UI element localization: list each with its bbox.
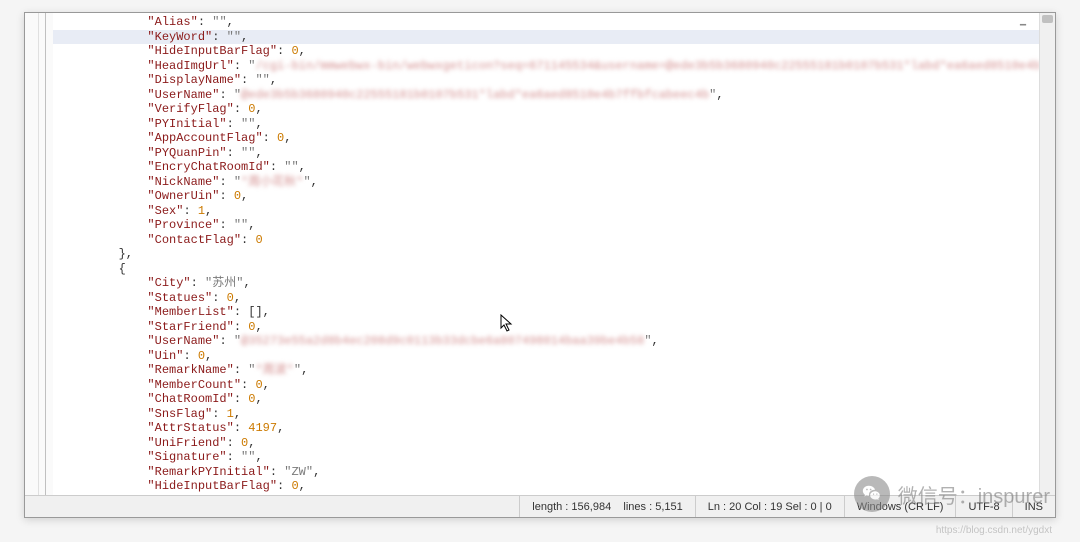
code-line[interactable]: "Signature": "",: [53, 450, 1055, 465]
code-line[interactable]: "KeyWord": "",: [53, 30, 1055, 45]
line-number-gutter: [25, 13, 39, 495]
editor-window: ▁ "Alias": "", "KeyWord": "", "HideInput…: [24, 12, 1056, 518]
code-line[interactable]: "PYInitial": "",: [53, 117, 1055, 132]
code-line[interactable]: "DisplayName": "",: [53, 73, 1055, 88]
code-line[interactable]: },: [53, 247, 1055, 262]
code-line[interactable]: "HideInputBarFlag": 0,: [53, 44, 1055, 59]
code-line[interactable]: "RemarkPYInitial": "ZW",: [53, 465, 1055, 480]
status-encoding: UTF-8: [955, 496, 1011, 517]
code-line[interactable]: "ContactFlag": 0: [53, 233, 1055, 248]
editor-content: "Alias": "", "KeyWord": "", "HideInputBa…: [25, 13, 1055, 495]
code-line[interactable]: "EncryChatRoomId": "",: [53, 160, 1055, 175]
code-line[interactable]: "MemberCount": 0,: [53, 378, 1055, 393]
scrollbar-thumb[interactable]: [1042, 15, 1053, 23]
code-text-area[interactable]: "Alias": "", "KeyWord": "", "HideInputBa…: [53, 13, 1055, 495]
vertical-scrollbar[interactable]: [1039, 13, 1055, 495]
status-length-text: length : 156,984: [532, 501, 611, 513]
code-line[interactable]: "Province": "",: [53, 218, 1055, 233]
code-line[interactable]: "SnsFlag": 1,: [53, 407, 1055, 422]
status-bar: length : 156,984 lines : 5,151 Ln : 20 C…: [25, 495, 1055, 517]
code-line[interactable]: "HideInputBarFlag": 0,: [53, 479, 1055, 494]
code-line[interactable]: "Statues": 0,: [53, 291, 1055, 306]
code-line[interactable]: {: [53, 262, 1055, 277]
status-eol: Windows (CR LF): [844, 496, 956, 517]
code-line[interactable]: "UniFriend": 0,: [53, 436, 1055, 451]
code-line[interactable]: "PYQuanPin": "",: [53, 146, 1055, 161]
code-line[interactable]: "RemarkName": "*周波*",: [53, 363, 1055, 378]
code-line[interactable]: "City": "苏州",: [53, 276, 1055, 291]
footer-url: https://blog.csdn.net/ygdxt: [936, 525, 1052, 536]
code-line[interactable]: "MemberList": [],: [53, 305, 1055, 320]
status-length: length : 156,984 lines : 5,151: [519, 496, 694, 517]
code-line[interactable]: "UserName": "@ede3b5b3680940c22555181b01…: [53, 88, 1055, 103]
code-line[interactable]: "VerifyFlag": 0,: [53, 102, 1055, 117]
code-line[interactable]: "AppAccountFlag": 0,: [53, 131, 1055, 146]
code-line[interactable]: "StarFriend": 0,: [53, 320, 1055, 335]
code-line[interactable]: "UserName": "@35273e55a2d8b4ec208d9c0113…: [53, 334, 1055, 349]
status-mode: INS: [1012, 496, 1055, 517]
code-line[interactable]: "NickName": "*周小花秋*",: [53, 175, 1055, 190]
fold-column[interactable]: [39, 13, 53, 495]
code-line[interactable]: "ChatRoomId": 0,: [53, 392, 1055, 407]
status-lines-text: lines : 5,151: [623, 501, 682, 513]
code-line[interactable]: "Sex": 1,: [53, 204, 1055, 219]
fold-guide-line: [45, 13, 46, 495]
code-line[interactable]: "AttrStatus": 4197,: [53, 421, 1055, 436]
status-position: Ln : 20 Col : 19 Sel : 0 | 0: [695, 496, 844, 517]
code-line[interactable]: "Uin": 0,: [53, 349, 1055, 364]
code-line[interactable]: "HeadImgUrl": "/cgi-bin/mmwebwx-bin/webw…: [53, 59, 1055, 74]
code-line[interactable]: "Alias": "",: [53, 15, 1055, 30]
code-line[interactable]: "OwnerUin": 0,: [53, 189, 1055, 204]
